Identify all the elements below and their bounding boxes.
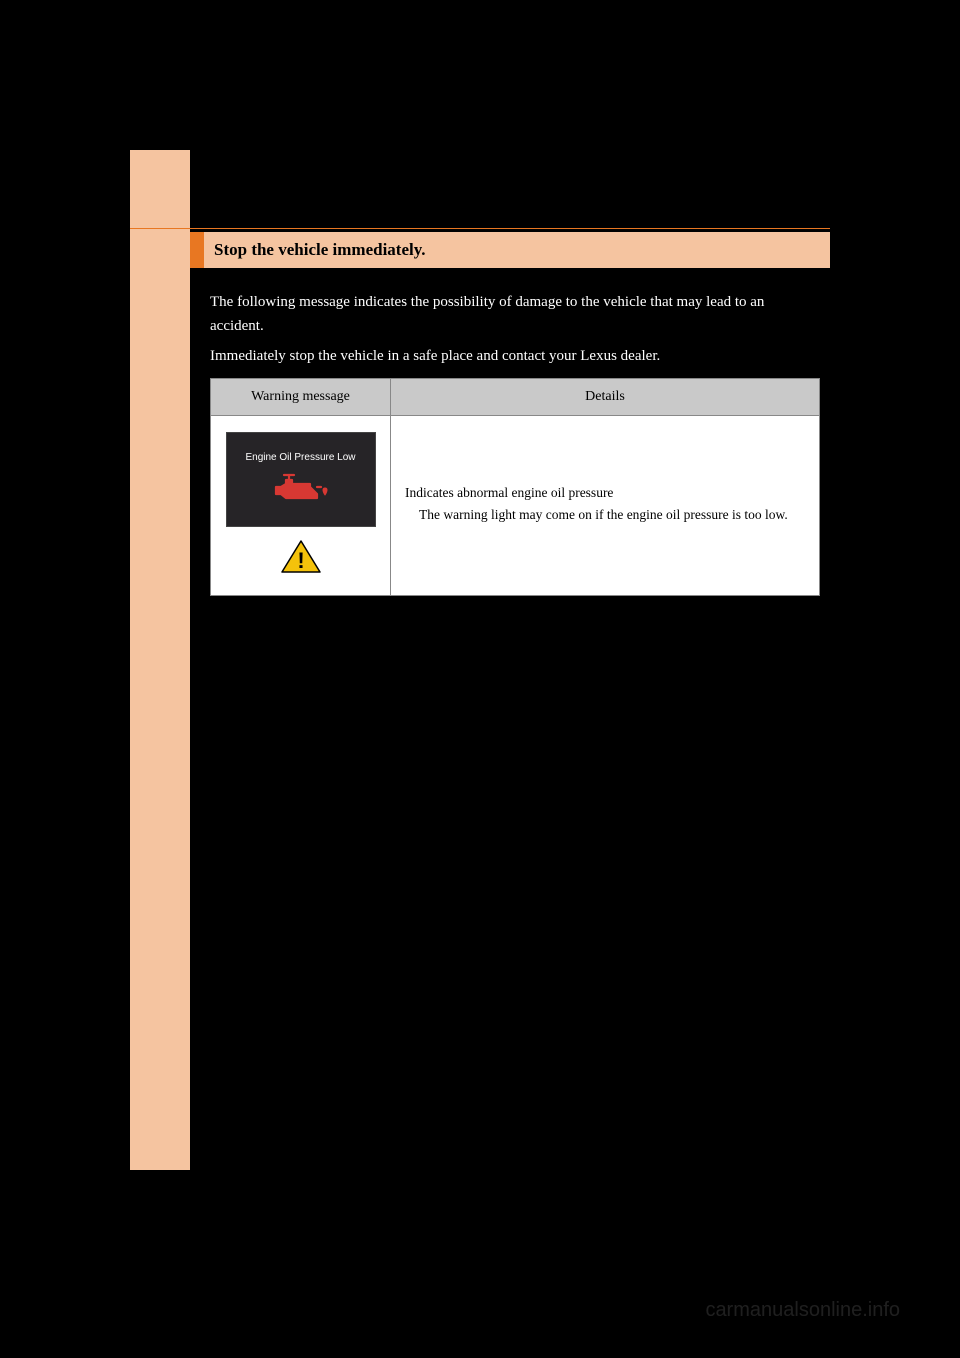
section-divider	[130, 228, 830, 229]
display-warning-text: Engine Oil Pressure Low	[245, 452, 355, 463]
warning-message-cell: Engine Oil Pressure Low	[211, 416, 391, 596]
intro-line-2: Immediately stop the vehicle in a safe p…	[210, 344, 820, 368]
details-cell: Indicates abnormal engine oil pressure T…	[391, 416, 820, 596]
section-title: Stop the vehicle immediately.	[204, 240, 426, 260]
table-row: Engine Oil Pressure Low	[211, 416, 820, 596]
watermark: carmanualsonline.info	[705, 1299, 900, 1322]
details-sub-text: The warning light may come on if the eng…	[405, 505, 805, 525]
details-main-text: Indicates abnormal engine oil pressure	[405, 485, 805, 501]
warning-table-element: Warning message Details Engine Oil Press…	[210, 378, 820, 596]
caution-triangle-icon: !	[225, 539, 376, 579]
warning-table: Warning message Details Engine Oil Press…	[210, 378, 820, 596]
oil-pressure-icon	[270, 473, 332, 507]
column-header-warning: Warning message	[211, 379, 391, 416]
header-accent	[190, 232, 204, 268]
table-header-row: Warning message Details	[211, 379, 820, 416]
section-header-bar: Stop the vehicle immediately.	[190, 232, 830, 268]
page-sidebar	[130, 150, 190, 1170]
intro-line-1: The following message indicates the poss…	[210, 290, 820, 338]
svg-text:!: !	[297, 548, 304, 573]
intro-text: The following message indicates the poss…	[210, 290, 820, 374]
dashboard-display: Engine Oil Pressure Low	[226, 432, 376, 527]
column-header-details: Details	[391, 379, 820, 416]
